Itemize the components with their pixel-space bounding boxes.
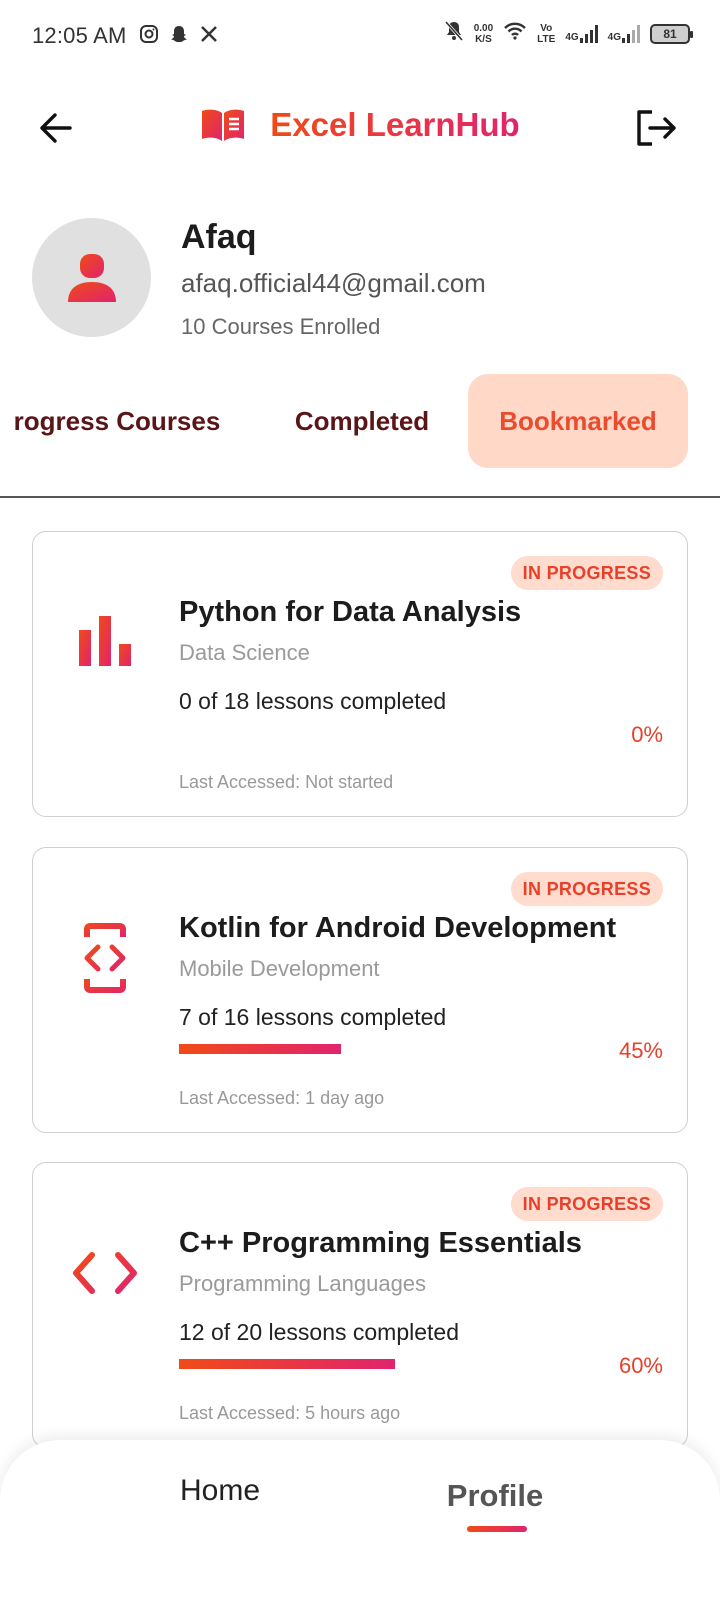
signal-2: 4G (607, 24, 640, 43)
course-card[interactable]: IN PROGRESS Python for Data Analysis Dat… (32, 531, 688, 817)
volte-indicator: Vo LTE (537, 23, 555, 45)
bar-chart-icon (79, 616, 131, 666)
person-icon (67, 253, 116, 302)
active-nav-indicator (467, 1526, 527, 1532)
tab-completed[interactable]: Completed (282, 374, 442, 468)
course-title: Kotlin for Android Development (179, 912, 617, 944)
course-category: Data Science (179, 640, 310, 665)
progress-bar (179, 1044, 539, 1054)
status-badge: IN PROGRESS (510, 1187, 663, 1221)
progress-bar (179, 1359, 539, 1369)
signal-icon-2 (622, 24, 640, 43)
course-icon-container (67, 602, 143, 682)
profile-section: Afaq afaq.official44@gmail.com 10 Course… (32, 218, 688, 348)
status-badge: IN PROGRESS (510, 872, 663, 906)
app-title: Excel LearnHub (270, 106, 520, 143)
course-category: Mobile Development (179, 956, 380, 981)
nav-home[interactable]: Home (160, 1474, 280, 1508)
network-type-2: 4G (607, 31, 621, 43)
open-book-icon (202, 109, 245, 141)
lessons-completed: 0 of 18 lessons completed (179, 688, 447, 714)
wifi-icon (503, 21, 527, 46)
progress-bar (179, 728, 539, 738)
course-icon-container (67, 918, 143, 998)
volte-bottom: LTE (537, 33, 556, 45)
status-badge: IN PROGRESS (510, 556, 663, 590)
status-time: 12:05 AM (32, 23, 127, 48)
progress-fill (179, 1044, 341, 1054)
network-speed: 0.00 K/S (474, 23, 493, 45)
progress-percent: 60% (618, 1353, 663, 1378)
battery-icon: 81 (650, 23, 693, 44)
course-title: C++ Programming Essentials (179, 1227, 582, 1259)
courses-enrolled-count: 10 Courses Enrolled (181, 314, 381, 339)
x-icon (199, 24, 219, 48)
status-bar: 12:05 AM 0.00 K/S Vo LTE 4G 4G 81 (0, 0, 720, 72)
code-icon (73, 1252, 137, 1294)
lessons-completed: 12 of 20 lessons completed (179, 1319, 460, 1345)
course-title: Python for Data Analysis (179, 596, 522, 628)
network-type-1: 4G (565, 31, 579, 43)
course-card[interactable]: IN PROGRESS Kotlin for Android Developme… (32, 847, 688, 1133)
last-accessed: Last Accessed: Not started (179, 772, 394, 792)
app-brand: Excel LearnHub (0, 106, 720, 144)
signal-icon (579, 24, 598, 43)
profile-name: Afaq (181, 218, 257, 256)
tab-bookmarked[interactable]: Bookmarked (468, 374, 688, 468)
course-card[interactable]: IN PROGRESS C++ Programming Essentials P… (32, 1162, 688, 1448)
logout-icon (637, 110, 676, 146)
progress-percent: 0% (631, 722, 663, 747)
tab-in-progress[interactable]: rogress Courses (0, 374, 262, 468)
lessons-completed: 7 of 16 lessons completed (179, 1004, 447, 1030)
avatar (32, 218, 151, 337)
nav-profile[interactable]: Profile (430, 1478, 560, 1514)
last-accessed: Last Accessed: 5 hours ago (179, 1403, 401, 1423)
instagram-icon (139, 24, 159, 48)
course-category: Programming Languages (179, 1271, 427, 1296)
app-header: Excel LearnHub (0, 88, 720, 168)
speed-unit: K/S (475, 33, 492, 45)
progress-percent: 45% (618, 1038, 663, 1063)
battery-level: 81 (663, 26, 677, 41)
profile-email: afaq.official44@gmail.com (181, 268, 486, 298)
progress-fill (179, 1359, 395, 1369)
developer-mode-icon (84, 923, 126, 993)
snapchat-icon (169, 24, 189, 48)
notification-icons (139, 24, 219, 48)
system-icons: 0.00 K/S Vo LTE 4G 4G 81 (444, 20, 693, 47)
last-accessed: Last Accessed: 1 day ago (179, 1088, 385, 1108)
speed-value: 0.00 (473, 22, 494, 34)
volte-top: Vo (540, 22, 553, 34)
bottom-navigation: Home Profile (0, 1440, 720, 1600)
signal-1: 4G (565, 24, 598, 43)
course-icon-container (67, 1233, 143, 1313)
logout-button[interactable] (632, 104, 680, 152)
course-tabs: rogress Courses Completed Bookmarked (0, 374, 720, 498)
mute-bell-icon (444, 20, 464, 47)
